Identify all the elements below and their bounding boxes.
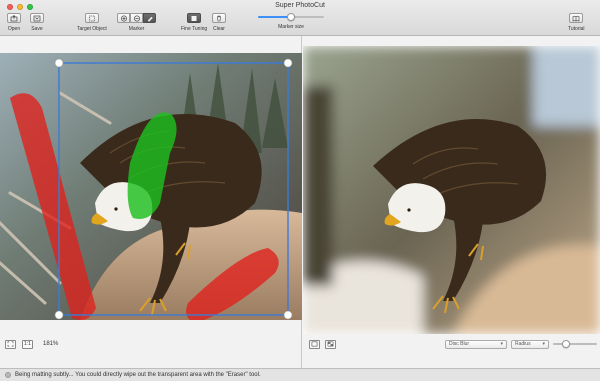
selection-handle[interactable] [54,310,64,320]
background-icon[interactable] [309,339,320,349]
tutorial-button[interactable]: Tutorial [568,13,585,32]
book-icon[interactable] [569,13,584,23]
fine-tuning-icon[interactable] [187,13,202,23]
radius-slider[interactable] [553,339,597,349]
target-object-label: Target Object [77,26,107,32]
tutorial-label: Tutorial [568,26,585,32]
marker-size-label: Marker size [278,24,304,30]
status-indicator-icon [5,372,11,378]
status-bar: Being matting subtly... You could direct… [0,368,600,381]
fit-screen-icon[interactable] [5,339,16,349]
eraser-icon[interactable] [143,13,156,23]
open-label: Open [7,26,21,32]
open-button[interactable]: Open [7,13,21,32]
workspace: 1:1 181% Disc Blur ▾ Radius ▾ [0,36,600,368]
edit-canvas[interactable] [0,53,302,320]
blur-type-select[interactable]: Disc Blur ▾ [445,339,507,349]
canvas-footer: 1:1 181% [0,334,302,354]
marker-segmented-control[interactable] [117,13,156,23]
keep-marker-icon[interactable] [117,13,130,23]
selection-handle[interactable] [54,58,64,68]
open-icon[interactable] [7,13,21,23]
slider-knob[interactable] [562,340,571,348]
clear-label: Clear [213,26,225,32]
remove-marker-icon[interactable] [130,13,143,23]
actual-size-button[interactable]: 1:1 [22,339,33,349]
clear-button[interactable]: Clear [212,13,226,32]
blur-type-value: Disc Blur [449,341,470,347]
chevron-down-icon: ▾ [500,341,503,347]
target-object-button[interactable]: Target Object [77,13,107,32]
save-button[interactable]: Save [30,13,44,32]
trash-icon[interactable] [212,13,226,23]
chevron-down-icon: ▾ [542,341,545,347]
preview-image [303,46,600,334]
marker-size-control: Marker size [256,12,326,30]
marker-tool-group: Marker [117,13,156,32]
fine-tuning-label: Fine Tuning [181,26,208,32]
save-icon[interactable] [30,13,44,23]
zoom-level: 181% [43,341,59,347]
edit-image[interactable] [0,53,302,320]
marker-label: Marker [128,26,145,32]
save-label: Save [31,26,43,32]
slider-knob[interactable] [287,13,295,21]
selection-handle[interactable] [283,58,293,68]
fine-tuning-button[interactable]: Fine Tuning [181,13,207,32]
radius-label: Radius [515,341,531,347]
selection-handle[interactable] [283,310,293,320]
window-title: Super PhotoCut [275,2,325,9]
window-toolbar: Super PhotoCut Open Save Target Object M… [0,0,600,36]
status-message: Being matting subtly... You could direct… [15,372,261,378]
marker-size-slider[interactable] [258,12,324,22]
preview-footer: Disc Blur ▾ Radius ▾ [303,334,600,354]
radius-select[interactable]: Radius ▾ [511,339,549,349]
checkerboard-icon[interactable] [325,339,336,349]
preview-canvas [303,46,600,334]
target-object-icon[interactable] [84,13,99,23]
